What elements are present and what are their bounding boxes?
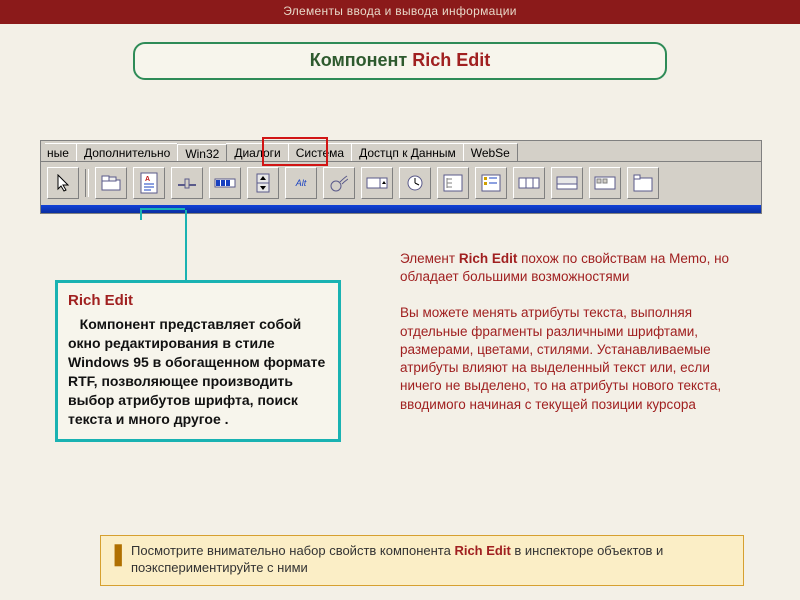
tab-dialogs[interactable]: Диалоги — [226, 143, 288, 161]
desc-body: Компонент представляет собой окно редакт… — [68, 315, 328, 428]
trackbar-icon[interactable] — [171, 167, 203, 199]
richedit-description-box: Rich Edit Компонент представляет собой о… — [55, 280, 341, 442]
tab-system[interactable]: Система — [288, 143, 352, 161]
tab-data-access[interactable]: Достцп к Данным — [351, 143, 464, 161]
toolbar-divider — [85, 169, 89, 197]
right-paragraph-1: Элемент Rich Edit похож по свойствам на … — [400, 250, 740, 286]
svg-text:A: A — [145, 176, 150, 183]
updown-icon[interactable] — [247, 167, 279, 199]
toolbar-icon[interactable] — [589, 167, 621, 199]
callout-connector — [185, 210, 187, 280]
cursor-icon[interactable] — [47, 167, 79, 199]
monthcal-icon[interactable] — [399, 167, 431, 199]
palette-toolrow: A Alt — [41, 161, 761, 205]
tab-additional[interactable]: Дополнительно — [76, 143, 178, 161]
component-palette: ные Дополнительно Win32 Диалоги Система … — [40, 140, 760, 214]
tip-icon: ❚ — [109, 540, 127, 569]
tab-fragment-left[interactable]: ные — [45, 143, 77, 161]
right-paragraph-2: Вы можете менять атрибуты текста, выполн… — [400, 304, 740, 413]
datetime-icon[interactable] — [361, 167, 393, 199]
title-part2: Rich Edit — [412, 50, 490, 70]
progressbar-icon[interactable] — [209, 167, 241, 199]
callout-connector — [140, 208, 142, 220]
richedit-icon[interactable]: A — [133, 167, 165, 199]
title-box: Компонент Rich Edit — [133, 42, 667, 80]
tab-win32[interactable]: Win32 — [177, 144, 227, 161]
tab-control-icon[interactable] — [95, 167, 127, 199]
tab-fragment-right[interactable]: WebSe — [463, 143, 518, 161]
animate-icon[interactable] — [323, 167, 355, 199]
right-explainer: Элемент Rich Edit похож по свойствам на … — [400, 250, 740, 414]
desc-heading: Rich Edit — [68, 291, 328, 311]
hotkey-icon[interactable]: Alt — [285, 167, 317, 199]
header-icon[interactable] — [513, 167, 545, 199]
tip-text: Посмотрите внимательно набор свойств ком… — [131, 543, 663, 575]
page-header: Элементы ввода и вывода информации — [0, 0, 800, 24]
pagecontrol-icon[interactable] — [627, 167, 659, 199]
tip-box: ❚ Посмотрите внимательно набор свойств к… — [100, 535, 744, 586]
statusbar-icon[interactable] — [551, 167, 583, 199]
title-part1: Компонент — [310, 50, 413, 70]
callout-connector — [140, 208, 185, 210]
palette-tabs: ные Дополнительно Win32 Диалоги Система … — [41, 141, 761, 161]
treeview-icon[interactable] — [437, 167, 469, 199]
listview-icon[interactable] — [475, 167, 507, 199]
